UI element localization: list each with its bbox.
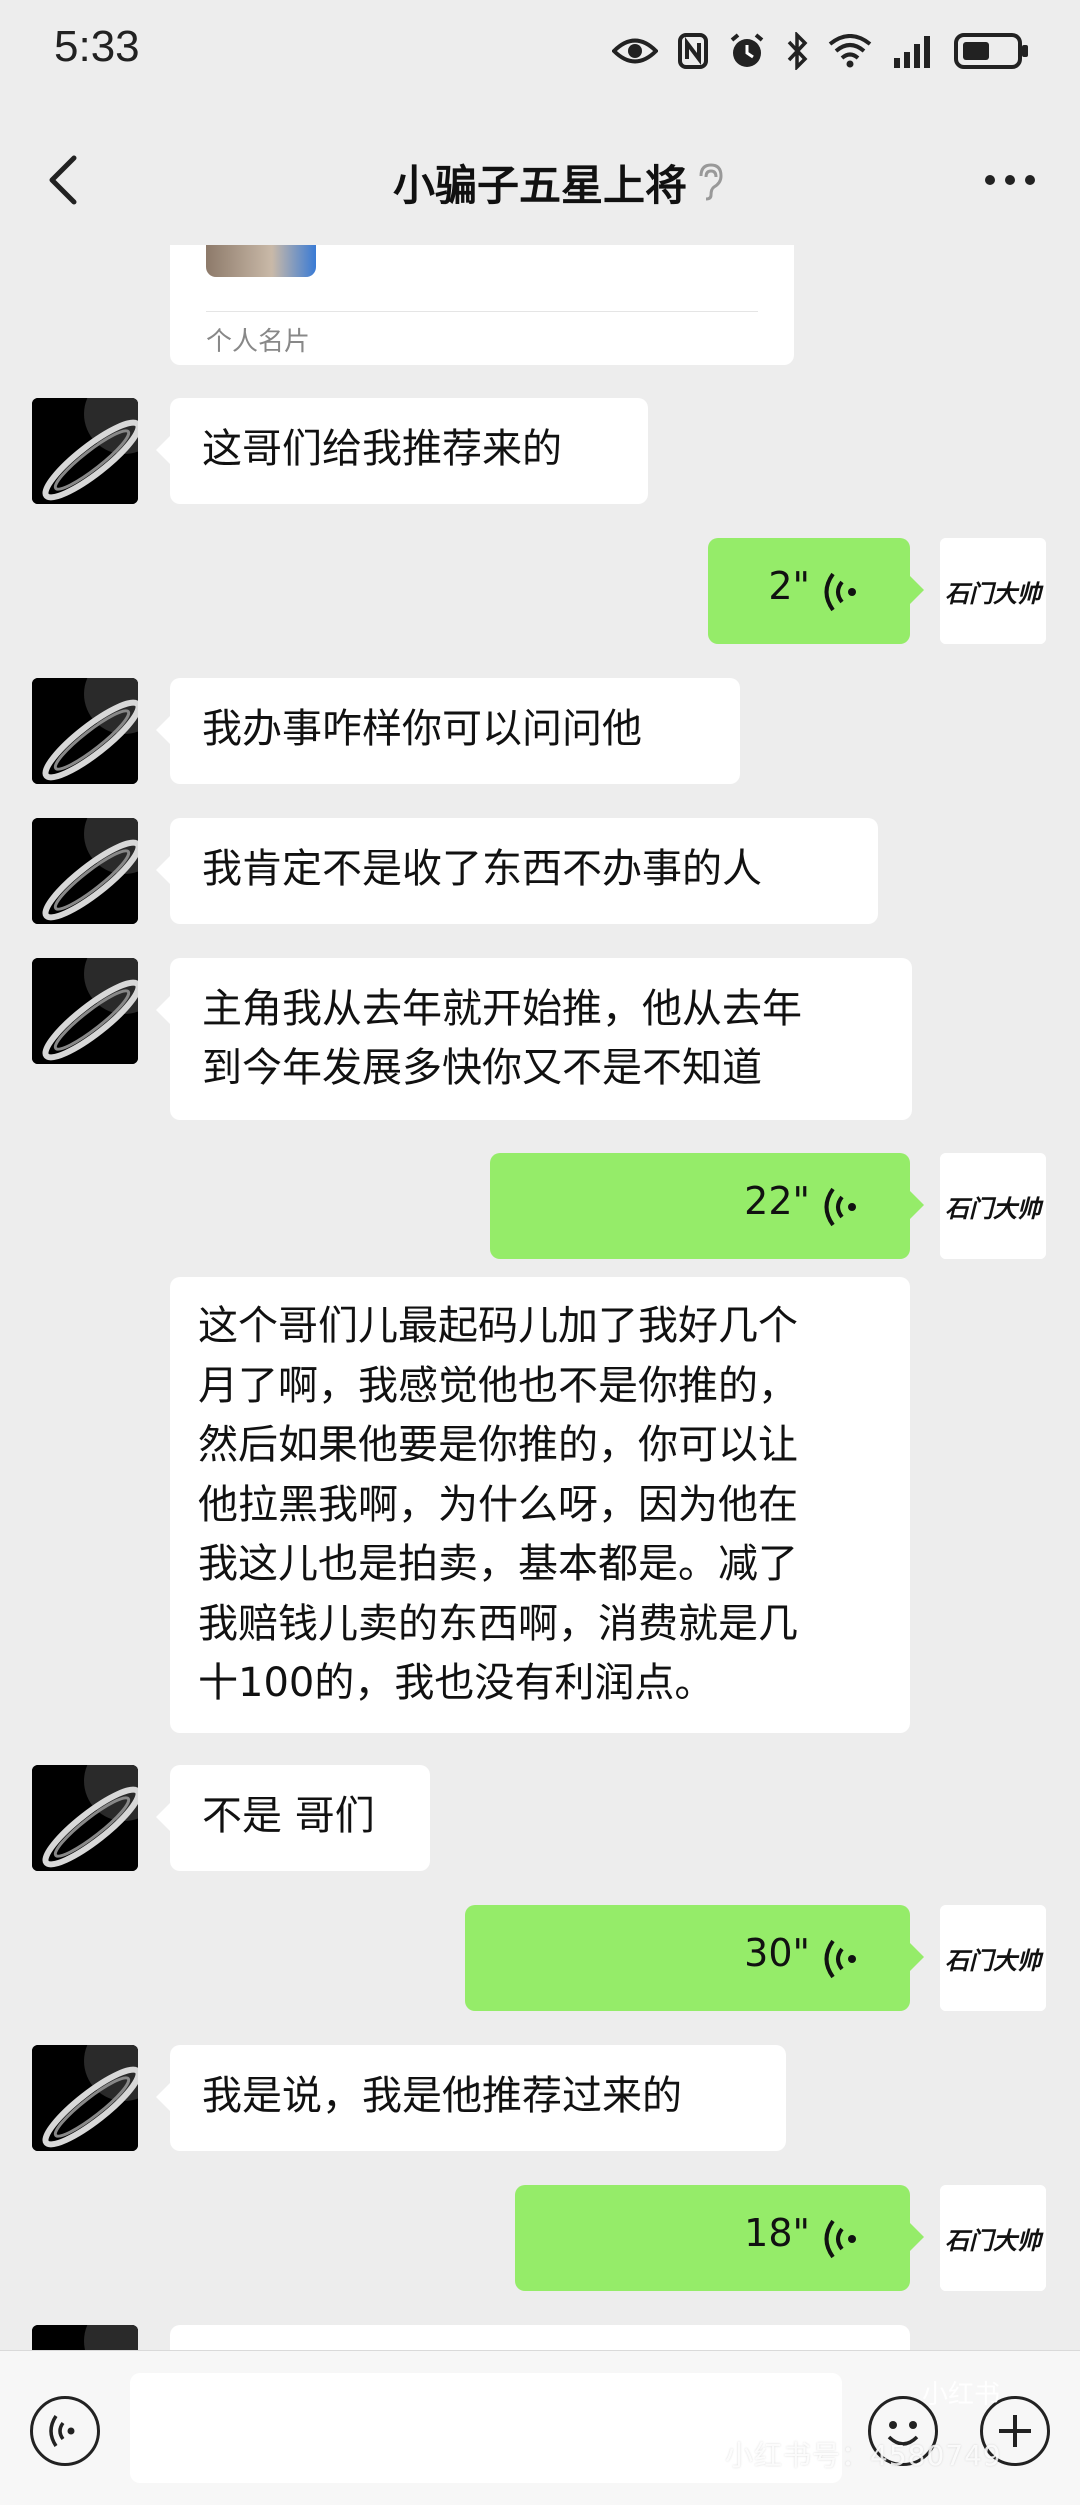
message-text: 我肯定不是收了东西不办事的人 — [202, 846, 762, 892]
message-bubble[interactable]: 我是说，我是他推荐过来的 — [156, 2045, 786, 2151]
signal-icon — [892, 34, 934, 72]
status-bar: 5:33 — [0, 0, 1080, 110]
message-bubble[interactable]: 主角我从去年就开始推，他从去年 到今年发展多快你又不是不知道 — [156, 958, 912, 1120]
message-line: 我赔钱儿卖的东西啊，消费就是几 — [198, 1600, 798, 1647]
avatar-calligraphy: 石门大帅 — [945, 2226, 1044, 2255]
user-avatar[interactable]: 石门大帅 — [940, 1153, 1046, 1259]
nfc-icon — [678, 33, 708, 73]
chat-title: 小骗子五星上将 — [392, 161, 687, 210]
voice-wave-icon — [822, 1183, 862, 1231]
message-bubble[interactable]: 这哥们给我推荐来的 — [156, 398, 648, 504]
avatar-calligraphy: 石门大帅 — [945, 1946, 1044, 1975]
battery-icon — [954, 33, 1030, 73]
card-label: 个人名片 — [206, 327, 311, 357]
message-text: 我办事咋样你可以问问他 — [202, 706, 642, 752]
voice-wave-icon — [822, 2215, 862, 2263]
message-line: 到今年发展多快你又不是不知道 — [202, 1045, 762, 1091]
voice-icon[interactable] — [30, 2396, 100, 2466]
contact-avatar[interactable] — [32, 2045, 138, 2151]
message-text: 这哥们给我推荐来的 — [202, 426, 562, 472]
voice-wave-icon — [822, 568, 862, 616]
more-icon[interactable] — [982, 172, 1038, 188]
contact-avatar[interactable] — [32, 678, 138, 784]
message-text: 我是说，我是他推荐过来的 — [202, 2073, 682, 2119]
message-line: 他拉黑我啊，为什么呀，因为他在 — [198, 1481, 798, 1528]
message-text: 不是 哥们 — [202, 1793, 375, 1839]
message-line: 这个哥们儿最起码儿加了我好几个 — [198, 1303, 798, 1349]
contact-avatar[interactable] — [32, 958, 138, 1064]
message-list[interactable]: 个人名片 这哥们给我推荐来的 2" 石门大帅 我办事咋样你可以问问他 我肯定不是… — [0, 245, 1080, 2350]
watermark-logo: 小红书 — [922, 2380, 1001, 2410]
wifi-icon — [828, 34, 872, 72]
message-bubble-partial[interactable] — [170, 2325, 910, 2350]
contact-avatar[interactable] — [32, 2325, 138, 2350]
alarm-icon — [728, 32, 766, 74]
user-avatar[interactable]: 石门大帅 — [940, 538, 1046, 644]
message-line: 十100的，我也没有利润点。 — [198, 1660, 715, 1706]
status-time: 5:33 — [54, 22, 140, 71]
contact-avatar[interactable] — [32, 818, 138, 924]
voice-duration: 30" — [744, 1931, 810, 1975]
contact-avatar[interactable] — [32, 1765, 138, 1871]
ear-icon — [695, 162, 725, 202]
message-line: 然后如果他要是你推的，你可以让 — [198, 1422, 798, 1468]
message-line: 我这儿也是拍卖，基本都是。减了 — [198, 1541, 798, 1587]
message-line: 主角我从去年就开始推，他从去年 — [202, 986, 802, 1032]
bluetooth-icon — [786, 30, 808, 74]
voice-duration: 18" — [744, 2211, 810, 2255]
message-bubble[interactable]: 这个哥们儿最起码儿加了我好几个 月了啊，我感觉他也不是你推的， 然后如果他要是你… — [170, 1277, 910, 1733]
voice-duration: 2" — [768, 564, 810, 608]
voice-message[interactable]: 22" — [490, 1153, 924, 1259]
message-bubble[interactable]: 我办事咋样你可以问问他 — [156, 678, 740, 784]
user-avatar[interactable]: 石门大帅 — [940, 2185, 1046, 2291]
contact-card[interactable]: 个人名片 — [170, 245, 794, 365]
contact-avatar[interactable] — [32, 398, 138, 504]
message-bubble[interactable]: 不是 哥们 — [156, 1765, 430, 1871]
voice-message[interactable]: 18" — [515, 2185, 924, 2291]
chat-header: 小骗子五星上将 — [0, 110, 1080, 245]
card-avatar — [206, 245, 316, 277]
voice-duration: 22" — [744, 1179, 810, 1223]
card-divider — [206, 311, 758, 312]
watermark-text: 小红书号：4580749 — [725, 2439, 1002, 2472]
voice-wave-icon — [822, 1935, 862, 1983]
voice-message[interactable]: 30" — [465, 1905, 924, 2011]
voice-message[interactable]: 2" — [708, 538, 924, 644]
user-avatar[interactable]: 石门大帅 — [940, 1905, 1046, 2011]
status-icons — [611, 28, 1030, 78]
avatar-calligraphy: 石门大帅 — [945, 579, 1044, 608]
message-line: 月了啊，我感觉他也不是你推的， — [198, 1362, 798, 1409]
eye-icon — [611, 36, 659, 70]
input-toolbar — [0, 2350, 1080, 2505]
message-bubble[interactable]: 我肯定不是收了东西不办事的人 — [156, 818, 878, 924]
avatar-calligraphy: 石门大帅 — [945, 1194, 1044, 1223]
